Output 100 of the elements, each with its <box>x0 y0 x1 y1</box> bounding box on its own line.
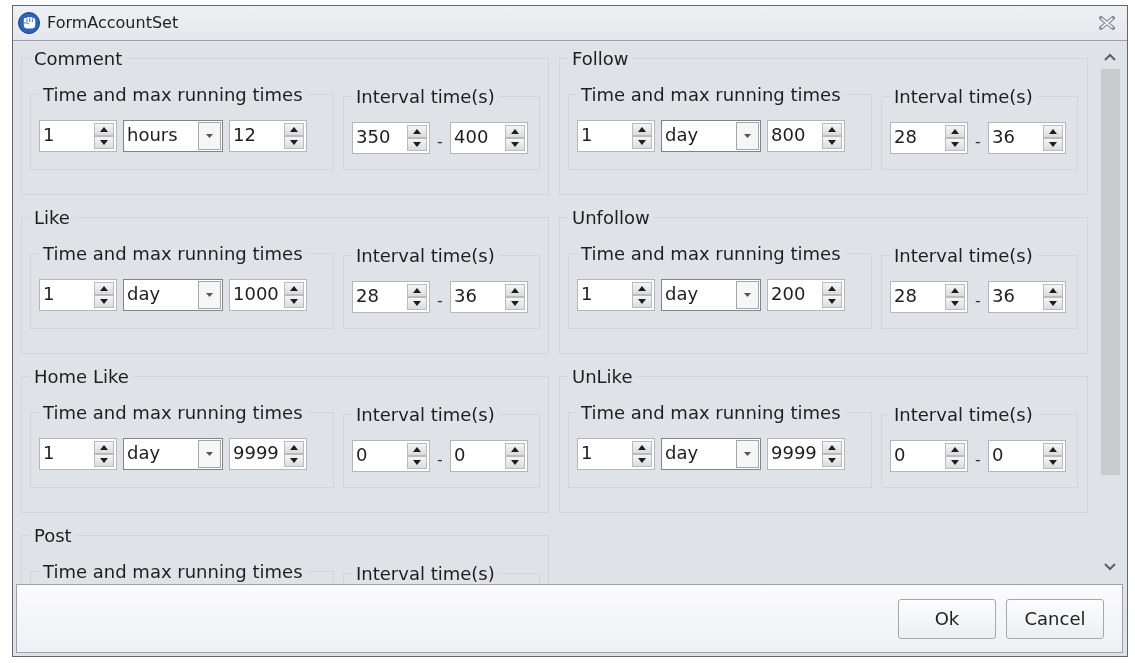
spin-up-button[interactable] <box>1043 125 1063 138</box>
caret-up-icon[interactable] <box>1049 129 1057 134</box>
spin-down-button[interactable] <box>822 295 842 308</box>
spin-up-button[interactable] <box>284 282 304 295</box>
spin-down-button[interactable] <box>407 456 427 469</box>
caret-down-icon[interactable] <box>828 299 836 304</box>
caret-down-icon[interactable] <box>413 460 421 465</box>
spin-box[interactable]: 9999 <box>229 438 307 470</box>
spin-box[interactable]: 0 <box>352 440 430 472</box>
spin-up-button[interactable] <box>94 123 114 136</box>
spin-box[interactable]: 36 <box>988 122 1066 154</box>
spin-up-button[interactable] <box>945 125 965 138</box>
caret-up-icon[interactable] <box>828 286 836 291</box>
caret-down-icon[interactable] <box>828 140 836 145</box>
caret-down-icon[interactable] <box>413 142 421 147</box>
caret-up-icon[interactable] <box>100 286 108 291</box>
spin-up-button[interactable] <box>407 443 427 456</box>
caret-down-icon[interactable] <box>413 301 421 306</box>
caret-down-icon[interactable] <box>206 293 213 297</box>
spin-box[interactable]: 1000 <box>229 279 307 311</box>
spin-down-button[interactable] <box>822 136 842 149</box>
unit-dropdown[interactable]: day <box>661 120 761 152</box>
caret-down-icon[interactable] <box>100 140 108 145</box>
spin-up-button[interactable] <box>1043 443 1063 456</box>
spin-up-button[interactable] <box>94 441 114 454</box>
caret-up-icon[interactable] <box>511 129 519 134</box>
spin-up-button[interactable] <box>407 125 427 138</box>
spin-box[interactable]: 1 <box>39 120 117 152</box>
chevron-up-icon[interactable] <box>1104 53 1116 61</box>
spin-up-button[interactable] <box>284 123 304 136</box>
spin-box[interactable]: 1 <box>577 120 655 152</box>
caret-up-icon[interactable] <box>413 129 421 134</box>
caret-up-icon[interactable] <box>290 445 298 450</box>
dropdown-button[interactable] <box>198 122 221 150</box>
caret-down-icon[interactable] <box>1049 460 1057 465</box>
spin-box[interactable]: 1 <box>39 438 117 470</box>
spin-up-button[interactable] <box>505 284 525 297</box>
close-icon[interactable] <box>1099 16 1115 30</box>
spin-down-button[interactable] <box>1043 297 1063 310</box>
spin-down-button[interactable] <box>94 295 114 308</box>
caret-up-icon[interactable] <box>1049 288 1057 293</box>
chevron-down-icon[interactable] <box>1104 563 1116 571</box>
spin-up-button[interactable] <box>945 443 965 456</box>
dropdown-button[interactable] <box>736 122 759 150</box>
spin-up-button[interactable] <box>284 441 304 454</box>
cancel-button[interactable]: Cancel <box>1006 598 1104 639</box>
dropdown-button[interactable] <box>198 440 221 468</box>
spin-down-button[interactable] <box>284 136 304 149</box>
spin-down-button[interactable] <box>505 456 525 469</box>
spin-down-button[interactable] <box>822 454 842 467</box>
spin-up-button[interactable] <box>505 125 525 138</box>
caret-down-icon[interactable] <box>290 140 298 145</box>
unit-dropdown[interactable]: day <box>123 438 223 470</box>
spin-box[interactable]: 28 <box>890 281 968 313</box>
spin-down-button[interactable] <box>632 136 652 149</box>
spin-up-button[interactable] <box>822 282 842 295</box>
caret-up-icon[interactable] <box>951 288 959 293</box>
caret-down-icon[interactable] <box>744 293 751 297</box>
caret-down-icon[interactable] <box>511 460 519 465</box>
unit-dropdown[interactable]: day <box>661 279 761 311</box>
unit-dropdown[interactable]: hours <box>123 120 223 152</box>
spin-box[interactable]: 200 <box>767 279 845 311</box>
spin-up-button[interactable] <box>822 123 842 136</box>
caret-up-icon[interactable] <box>290 127 298 132</box>
spin-down-button[interactable] <box>94 136 114 149</box>
caret-up-icon[interactable] <box>100 127 108 132</box>
spin-down-button[interactable] <box>407 138 427 151</box>
unit-dropdown[interactable]: day <box>123 279 223 311</box>
caret-up-icon[interactable] <box>100 445 108 450</box>
spin-up-button[interactable] <box>945 284 965 297</box>
spin-down-button[interactable] <box>94 454 114 467</box>
spin-up-button[interactable] <box>632 441 652 454</box>
spin-box[interactable]: 28 <box>352 281 430 313</box>
caret-up-icon[interactable] <box>951 447 959 452</box>
caret-down-icon[interactable] <box>100 299 108 304</box>
spin-down-button[interactable] <box>407 297 427 310</box>
caret-up-icon[interactable] <box>511 447 519 452</box>
caret-down-icon[interactable] <box>1049 142 1057 147</box>
spin-down-button[interactable] <box>945 456 965 469</box>
spin-box[interactable]: 0 <box>988 440 1066 472</box>
spin-box[interactable]: 1 <box>39 279 117 311</box>
spin-up-button[interactable] <box>822 441 842 454</box>
caret-down-icon[interactable] <box>511 301 519 306</box>
spin-box[interactable]: 350 <box>352 122 430 154</box>
caret-down-icon[interactable] <box>951 301 959 306</box>
dropdown-button[interactable] <box>736 440 759 468</box>
caret-up-icon[interactable] <box>1049 447 1057 452</box>
spin-box[interactable]: 12 <box>229 120 307 152</box>
spin-up-button[interactable] <box>632 123 652 136</box>
spin-box[interactable]: 0 <box>890 440 968 472</box>
caret-down-icon[interactable] <box>638 140 646 145</box>
spin-down-button[interactable] <box>945 297 965 310</box>
caret-down-icon[interactable] <box>206 452 213 456</box>
spin-down-button[interactable] <box>945 138 965 151</box>
caret-up-icon[interactable] <box>828 127 836 132</box>
spin-down-button[interactable] <box>1043 138 1063 151</box>
caret-down-icon[interactable] <box>100 458 108 463</box>
caret-down-icon[interactable] <box>638 458 646 463</box>
caret-up-icon[interactable] <box>413 288 421 293</box>
spin-box[interactable]: 28 <box>890 122 968 154</box>
